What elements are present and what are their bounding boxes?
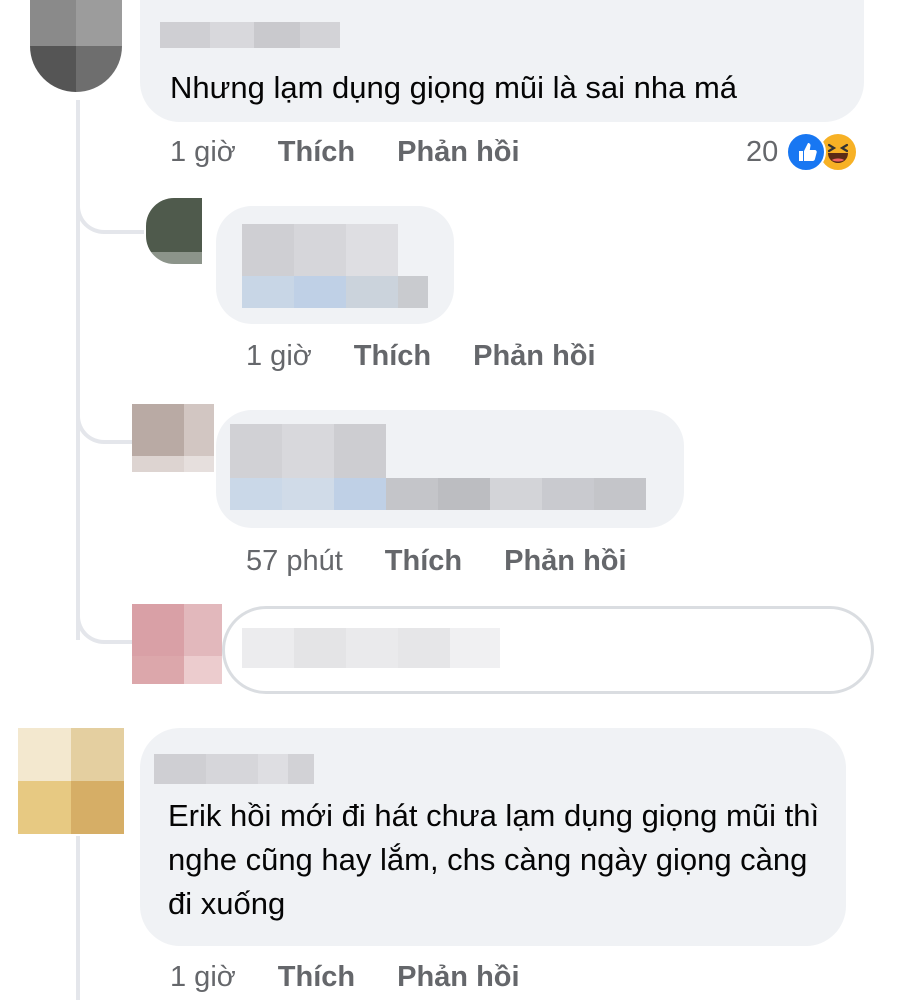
- reply-content-blurred: [230, 424, 650, 510]
- reply-input-blurred-text: [242, 628, 500, 668]
- comment-text: Erik hồi mới đi hát chưa lạm dụng giọng …: [168, 798, 820, 921]
- comment-text: Nhưng lạm dụng giọng mũi là sai nha má: [170, 70, 738, 105]
- reaction-count: 20: [746, 135, 779, 168]
- thread-branch: [76, 180, 144, 234]
- comment-time[interactable]: 1 giờ: [170, 961, 236, 994]
- reply-actions: 57 phút Thích Phản hồi: [246, 541, 627, 581]
- reply-button[interactable]: Phản hồi: [504, 545, 626, 578]
- like-icon: [786, 132, 827, 172]
- avatar[interactable]: [30, 0, 122, 92]
- comment-actions: 1 giờ Thích Phản hồi: [170, 132, 520, 172]
- comment-actions: 1 giờ Thích Phản hồi: [170, 957, 520, 997]
- reply-button[interactable]: Phản hồi: [473, 340, 595, 373]
- avatar: [132, 604, 222, 684]
- reply-button[interactable]: Phản hồi: [397, 961, 519, 994]
- reaction-summary[interactable]: 20: [746, 132, 859, 172]
- comment-time[interactable]: 1 giờ: [170, 136, 236, 169]
- avatar[interactable]: [18, 728, 124, 834]
- thread-line-vertical-bottom: [76, 836, 80, 1000]
- reply-time[interactable]: 57 phút: [246, 545, 343, 578]
- like-button[interactable]: Thích: [385, 545, 462, 578]
- reply-button[interactable]: Phản hồi: [397, 136, 519, 169]
- thread-branch: [76, 590, 136, 644]
- author-name-blurred[interactable]: [154, 754, 314, 784]
- like-button[interactable]: Thích: [278, 961, 355, 994]
- reply-time[interactable]: 1 giờ: [246, 340, 312, 373]
- avatar[interactable]: [146, 198, 202, 264]
- reply-content-blurred: [242, 224, 428, 308]
- like-button[interactable]: Thích: [354, 340, 431, 373]
- like-button[interactable]: Thích: [278, 136, 355, 169]
- avatar[interactable]: [132, 404, 214, 472]
- author-name-blurred[interactable]: [160, 22, 340, 48]
- thread-branch: [76, 390, 136, 444]
- reply-actions: 1 giờ Thích Phản hồi: [246, 336, 596, 376]
